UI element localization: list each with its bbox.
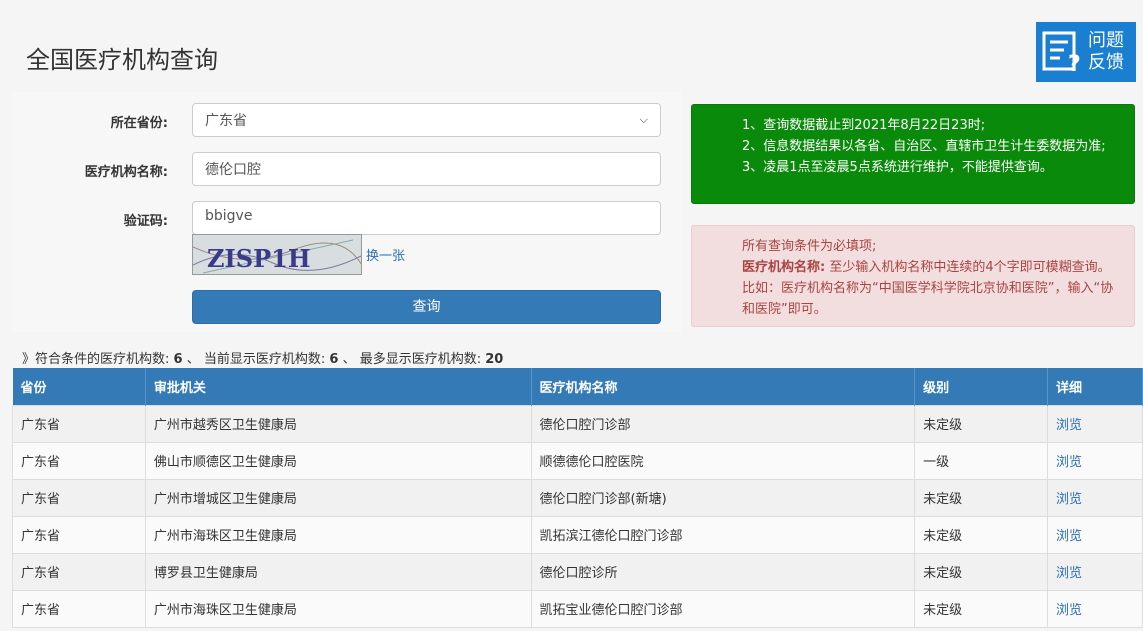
summary-sep1: 、 当前显示医疗机构数:: [186, 352, 326, 367]
info-notice: 1、查询数据截止到2021年8月22日23时; 2、信息数据结果以各省、自治区、…: [691, 104, 1135, 204]
view-link[interactable]: 浏览: [1047, 515, 1143, 554]
query-form: 所在省份: 广东省 ⌵ 医疗机构名称: 德伦口腔 验证码: bbigve ZIS…: [12, 92, 682, 332]
warning-line-1: 所有查询条件为必填项;: [742, 239, 877, 254]
warning-line-2: 医疗机构名称: 至少输入机构名称中连续的4个字即可模糊查询。比如：医疗机构名称为…: [742, 257, 1114, 320]
view-link[interactable]: 浏览: [1047, 589, 1143, 628]
summary-prefix: 》符合条件的医疗机构数:: [22, 352, 170, 367]
cell-institution: 顺德德伦口腔医院: [530, 441, 916, 480]
summary-sep2: 、 最多显示医疗机构数:: [342, 352, 482, 367]
captcha-image: ZISP1H: [192, 234, 362, 275]
table-row: 广东省 广州市海珠区卫生健康局 凯拓滨江德伦口腔门诊部 未定级 浏览: [12, 515, 1143, 554]
cell-authority: 广州市海珠区卫生健康局: [144, 515, 532, 554]
feedback-button[interactable]: ? 问题 反馈: [1036, 22, 1136, 82]
cell-institution: 凯拓宝业德伦口腔门诊部: [530, 589, 916, 628]
table-header-row: 省份 审批机关 医疗机构名称 级别 详细: [12, 368, 1143, 405]
info-line-3: 3、凌晨1点至凌晨5点系统进行维护，不能提供查询。: [742, 160, 1053, 175]
cell-province: 广东省: [12, 589, 146, 628]
cell-authority: 广州市越秀区卫生健康局: [144, 404, 532, 443]
cell-level: 未定级: [914, 515, 1049, 554]
view-link[interactable]: 浏览: [1047, 441, 1143, 480]
chevron-down-icon: ⌵: [639, 113, 648, 126]
cell-province: 广东省: [12, 552, 146, 591]
captcha-text: ZISP1H: [207, 244, 311, 273]
max-count: 20: [485, 352, 504, 367]
cell-authority: 广州市增城区卫生健康局: [144, 478, 532, 517]
cell-province: 广东省: [12, 404, 146, 443]
view-link[interactable]: 浏览: [1047, 552, 1143, 591]
province-label: 所在省份:: [110, 116, 168, 131]
table-row: 广东省 广州市海珠区卫生健康局 凯拓宝业德伦口腔门诊部 未定级 浏览: [12, 589, 1143, 628]
header-institution: 医疗机构名称: [531, 368, 916, 405]
info-line-2: 2、信息数据结果以各省、自治区、直辖市卫生计生委数据为准;: [742, 139, 1106, 154]
svg-text:?: ?: [1068, 52, 1081, 75]
captcha-label: 验证码:: [123, 214, 168, 229]
cell-institution: 凯拓滨江德伦口腔门诊部: [530, 515, 916, 554]
view-link[interactable]: 浏览: [1047, 478, 1143, 517]
query-button[interactable]: 查询: [192, 290, 661, 324]
match-count: 6: [173, 352, 183, 367]
cell-province: 广东省: [12, 441, 146, 480]
header-detail: 详细: [1047, 368, 1143, 405]
info-line-1: 1、查询数据截止到2021年8月22日23时;: [742, 118, 986, 133]
cell-institution: 德伦口腔诊所: [530, 552, 916, 591]
cell-authority: 广州市海珠区卫生健康局: [144, 589, 532, 628]
view-link[interactable]: 浏览: [1047, 404, 1143, 443]
cell-authority: 博罗县卫生健康局: [144, 552, 532, 591]
warning-bold-label: 医疗机构名称:: [742, 260, 826, 275]
table-row: 广东省 广州市越秀区卫生健康局 德伦口腔门诊部 未定级 浏览: [12, 404, 1143, 443]
page-title: 全国医疗机构查询: [26, 46, 218, 74]
cell-level: 未定级: [914, 589, 1049, 628]
captcha-row: 验证码: bbigve: [12, 201, 682, 237]
cell-province: 广东省: [12, 478, 146, 517]
feedback-line1: 问题: [1088, 30, 1124, 51]
result-summary: 》符合条件的医疗机构数: 6 、 当前显示医疗机构数: 6 、 最多显示医疗机构…: [22, 348, 503, 367]
header-province: 省份: [12, 368, 146, 405]
institution-name-input[interactable]: 德伦口腔: [192, 152, 661, 186]
name-row: 医疗机构名称: 德伦口腔: [12, 152, 682, 188]
captcha-input[interactable]: bbigve: [192, 201, 661, 235]
name-label: 医疗机构名称:: [84, 165, 168, 180]
feedback-line2: 反馈: [1088, 52, 1124, 73]
cell-level: 未定级: [914, 404, 1049, 443]
feedback-icon: ?: [1042, 31, 1081, 75]
province-select[interactable]: 广东省 ⌵: [192, 103, 661, 137]
cell-province: 广东省: [12, 515, 146, 554]
cell-institution: 德伦口腔门诊部: [530, 404, 916, 443]
province-row: 所在省份: 广东省 ⌵: [12, 103, 682, 139]
cell-institution: 德伦口腔门诊部(新塘): [530, 478, 916, 517]
province-value: 广东省: [205, 113, 247, 129]
shown-count: 6: [329, 352, 339, 367]
header-authority: 审批机关: [145, 368, 532, 405]
cell-level: 未定级: [914, 552, 1049, 591]
captcha-refresh-link[interactable]: 换一张: [366, 245, 405, 264]
table-row: 广东省 博罗县卫生健康局 德伦口腔诊所 未定级 浏览: [12, 552, 1143, 591]
cell-level: 一级: [914, 441, 1049, 480]
table-row: 广东省 广州市增城区卫生健康局 德伦口腔门诊部(新塘) 未定级 浏览: [12, 478, 1143, 517]
cell-authority: 佛山市顺德区卫生健康局: [144, 441, 532, 480]
header-level: 级别: [914, 368, 1049, 405]
cell-level: 未定级: [914, 478, 1049, 517]
warning-notice: 所有查询条件为必填项; 医疗机构名称: 至少输入机构名称中连续的4个字即可模糊查…: [691, 225, 1135, 327]
table-row: 广东省 佛山市顺德区卫生健康局 顺德德伦口腔医院 一级 浏览: [12, 441, 1143, 480]
results-table: 省份 审批机关 医疗机构名称 级别 详细 广东省 广州市越秀区卫生健康局 德伦口…: [12, 368, 1143, 628]
